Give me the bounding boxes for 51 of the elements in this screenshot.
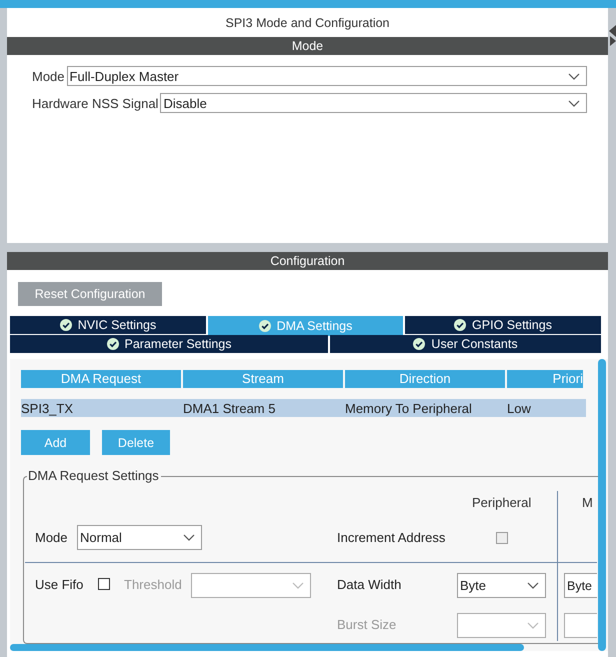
column-header: Stream [183, 370, 343, 388]
table-cell-text: DMA1 Stream 5 [183, 400, 276, 416]
field-label: Mode [35, 530, 68, 545]
tab[interactable]: User Constants [330, 335, 601, 353]
chevron-icon [183, 534, 195, 541]
checkbox[interactable] [496, 532, 508, 544]
field-label: Mode [32, 68, 65, 84]
checkbox[interactable] [98, 578, 110, 590]
field-label: Threshold [124, 577, 182, 592]
column-header: Direction [345, 370, 505, 388]
horizontal-scrollbar[interactable] [10, 644, 524, 651]
section-header: Configuration [7, 252, 608, 270]
dropdown[interactable]: Byte [564, 573, 597, 598]
field-label: Hardware NSS Signal [32, 96, 158, 110]
tab[interactable]: GPIO Settings [405, 316, 601, 334]
collapse-arrow-icon[interactable] [608, 24, 616, 46]
chevron-icon [568, 72, 580, 80]
table-row[interactable]: SPI3_TX DMA1 Stream 5 Memory To Peripheral Low [21, 399, 586, 417]
table-cell-text: Memory To Peripheral [345, 400, 473, 416]
group-title: DMA Request Settings [27, 468, 161, 483]
chevron-icon [527, 622, 539, 629]
check-circle-icon [258, 320, 271, 332]
dropdown[interactable]: Byte [457, 573, 546, 598]
dropdown[interactable]: Disable [160, 93, 587, 113]
check-circle-icon [60, 319, 72, 331]
tab[interactable]: Parameter Settings [10, 335, 328, 353]
check-circle-icon [106, 338, 118, 350]
chevron-icon [527, 582, 539, 589]
table-cell-text: SPI3_TX [21, 400, 74, 416]
dropdown[interactable]: Full-Duplex Master [66, 66, 587, 86]
column-label: Peripheral [472, 495, 532, 510]
dropdown[interactable] [191, 573, 311, 598]
vertical-scrollbar[interactable] [598, 359, 606, 651]
field-label: Data Width [337, 577, 402, 592]
field-label: Burst Size [337, 617, 396, 632]
field-label: Increment Address [337, 530, 446, 545]
dropdown[interactable] [564, 613, 597, 638]
field-label: Use Fifo [35, 577, 84, 592]
chevron-icon [568, 100, 580, 106]
column-header: Priori [507, 370, 583, 388]
dropdown[interactable] [457, 613, 546, 638]
check-circle-icon [413, 338, 426, 350]
dialog-title: SPI3 Mode and Configuration [226, 16, 390, 30]
check-circle-icon [454, 319, 466, 331]
chevron-icon [292, 582, 304, 589]
tab[interactable]: NVIC Settings [10, 316, 206, 334]
table-cell-text: Low [507, 400, 532, 416]
section-header: Mode [7, 37, 608, 55]
column-label: M [582, 495, 593, 510]
column-header: DMA Request [21, 370, 181, 388]
dropdown[interactable]: Normal [77, 525, 202, 550]
